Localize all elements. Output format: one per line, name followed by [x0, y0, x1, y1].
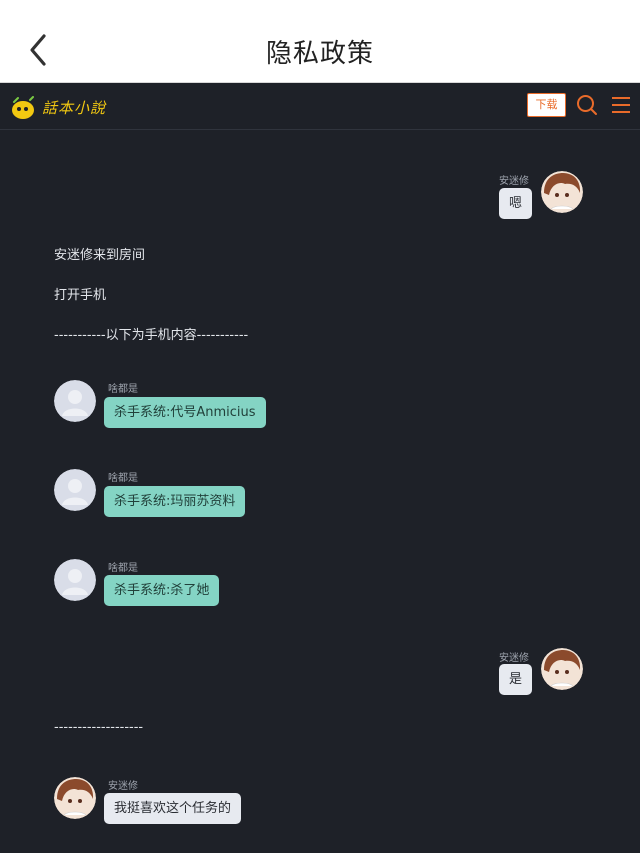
logo-mascot-icon [10, 96, 36, 119]
search-button[interactable] [575, 93, 599, 117]
page-title: 隐私政策 [265, 39, 374, 69]
sender-name: 安迷修 [108, 781, 138, 792]
chat-bubble: 是 [499, 664, 533, 695]
sender-name: 啥都是 [108, 563, 138, 574]
search-icon [577, 95, 597, 115]
avatar-default[interactable] [54, 559, 96, 601]
chat-bubble: 我挺喜欢这个任务的 [104, 793, 242, 824]
download-button[interactable]: 下载 [527, 93, 566, 117]
logo-text: 話本小說 [42, 98, 107, 117]
avatar-anmixiu[interactable] [541, 648, 583, 690]
sender-name: 安迷修 [499, 176, 529, 187]
chat-bubble: 杀手系统:杀了她 [104, 575, 220, 606]
chat-bubble: 杀手系统:玛丽苏资料 [104, 486, 246, 517]
narration-line: ------------------- [54, 720, 144, 735]
sender-name: 安迷修 [499, 653, 529, 664]
avatar-anmixiu[interactable] [541, 171, 583, 213]
hamburger-menu-icon [612, 97, 630, 113]
narration-line: 安迷修来到房间 [54, 248, 146, 263]
menu-button[interactable] [610, 94, 632, 116]
narration-line: -----------以下为手机内容----------- [54, 328, 249, 343]
site-logo[interactable]: 話本小說 [10, 92, 106, 122]
story-content: 安迷修 嗯 安迷修来到房间 打开手机 -----------以下为手机内容---… [0, 131, 640, 853]
app-top-bar: 隐私政策 [0, 0, 640, 83]
site-header: 話本小說 下载 [0, 84, 640, 130]
avatar-anmixiu[interactable] [54, 777, 96, 819]
narration-line: 打开手机 [54, 288, 107, 303]
avatar-default[interactable] [54, 380, 96, 422]
sender-name: 啥都是 [108, 384, 138, 395]
sender-name: 啥都是 [108, 473, 138, 484]
chat-bubble: 嗯 [499, 188, 533, 219]
chat-bubble: 杀手系统:代号Anmicius [104, 397, 266, 428]
avatar-default[interactable] [54, 469, 96, 511]
